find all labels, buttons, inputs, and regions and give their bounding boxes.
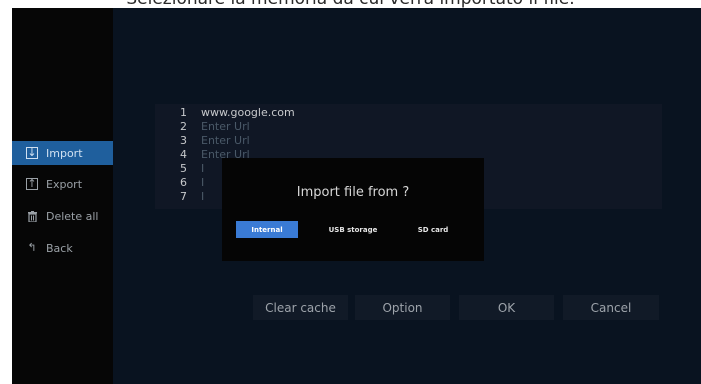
export-icon: ↑ [26, 177, 38, 190]
import-dialog: Import file from ? Internal USB storage … [222, 158, 484, 261]
url-row-value: Enter Url [201, 120, 250, 133]
cancel-button[interactable]: Cancel [563, 295, 659, 320]
option-usb-storage[interactable]: USB storage [318, 221, 388, 238]
url-row-number: 4 [180, 148, 187, 161]
url-row-value: www.google.com [201, 106, 295, 119]
sidebar-item-label: Export [46, 177, 83, 191]
url-row-number: 7 [180, 190, 187, 203]
url-row-number: 5 [180, 162, 187, 175]
url-row-number: 1 [180, 106, 187, 119]
sidebar-item-import[interactable]: ↓ Import [12, 141, 113, 165]
url-row-value: Enter Url [201, 134, 250, 147]
sidebar-item-delete-all[interactable]: Delete all [12, 204, 113, 228]
url-row[interactable]: 6 I [155, 176, 204, 189]
option-button[interactable]: Option [355, 295, 450, 320]
sidebar-item-export[interactable]: ↑ Export [12, 172, 113, 196]
url-row[interactable]: 7 I [155, 190, 204, 203]
trash-icon [26, 210, 38, 222]
import-icon: ↓ [26, 146, 38, 159]
ok-button[interactable]: OK [459, 295, 554, 320]
sidebar-item-label: Delete all [46, 209, 99, 223]
url-row-number: 6 [180, 176, 187, 189]
clear-cache-button[interactable]: Clear cache [253, 295, 348, 320]
sidebar-item-label: Import [46, 146, 83, 160]
option-internal[interactable]: Internal [236, 221, 298, 238]
option-sd-card[interactable]: SD card [408, 221, 458, 238]
url-row-value: I [201, 162, 205, 175]
url-row[interactable]: 5 I [155, 162, 204, 175]
url-row-value: I [201, 190, 205, 203]
url-row[interactable]: 3 Enter Url [155, 134, 250, 147]
url-row[interactable]: 2 Enter Url [155, 120, 250, 133]
url-row-number: 2 [180, 120, 187, 133]
dialog-title: Import file from ? [296, 185, 410, 200]
sidebar-item-back[interactable]: ↰ Back [12, 236, 113, 260]
url-row[interactable]: 1 www.google.com [155, 106, 295, 119]
url-row-value: I [201, 176, 205, 189]
sidebar: ↓ Import ↑ Export Delete all ↰ Back [12, 8, 113, 384]
url-row-number: 3 [180, 134, 187, 147]
settings-screen: ↓ Import ↑ Export Delete all ↰ Back 1 ww… [12, 8, 701, 384]
sidebar-item-label: Back [46, 241, 73, 255]
back-icon: ↰ [27, 241, 37, 254]
